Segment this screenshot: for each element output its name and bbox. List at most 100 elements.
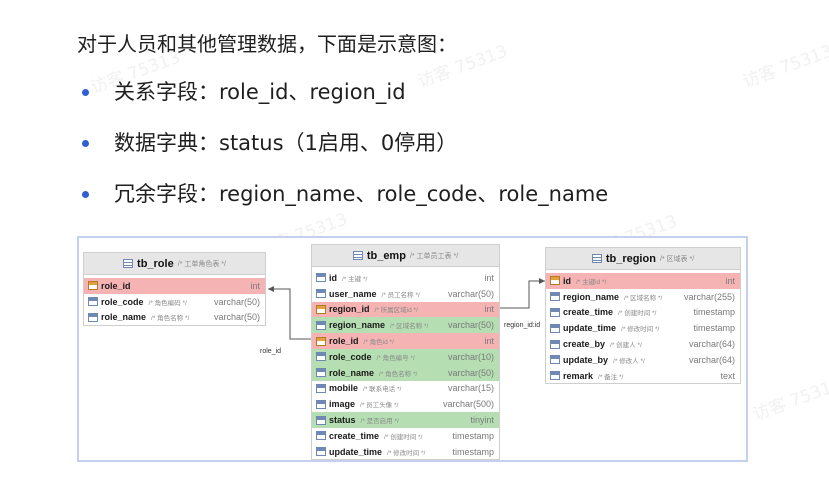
column-comment: /* 备注 */ xyxy=(598,373,624,381)
column-icon xyxy=(316,383,326,393)
bullet-dot-icon xyxy=(82,191,89,198)
column-name: role_name xyxy=(329,367,375,378)
table-header: tb_region /* 区域表 */ xyxy=(546,248,740,270)
column-type: varchar(10) xyxy=(447,351,494,362)
relation-label-region: region_id:id xyxy=(504,322,541,329)
column-icon xyxy=(316,273,326,283)
column-icon xyxy=(88,297,98,307)
column-type: int xyxy=(484,272,494,283)
column-row[interactable]: id /* 主键 */ int xyxy=(312,270,499,286)
column-comment: /* 角色名称 */ xyxy=(379,370,418,378)
column-type: varchar(64) xyxy=(688,354,735,365)
column-row[interactable]: create_by /* 创建人 */ varchar(64) xyxy=(546,336,740,352)
column-row[interactable]: create_time /* 创建时间 */ timestamp xyxy=(546,305,740,321)
column-row[interactable]: region_id /* 所属区域id */ int xyxy=(312,301,499,318)
table-tb-region[interactable]: tb_region /* 区域表 */ id /* 主键id */ int regio… xyxy=(545,247,741,384)
column-icon xyxy=(88,312,98,322)
column-row[interactable]: region_name /* 区域名称 */ varchar(50) xyxy=(312,317,499,334)
column-name: image xyxy=(329,399,356,410)
table-tb-emp[interactable]: tb_emp /* 工单员工表 */ id /* 主键 */ int user_nam… xyxy=(311,244,500,460)
column-row[interactable]: id /* 主键id */ int xyxy=(546,273,740,289)
column-comment: /* 区域名称 */ xyxy=(390,323,429,331)
bullet-list: 关系字段：role_id、region_id 数据字典：status（1启用、0… xyxy=(82,78,608,231)
column-name: create_by xyxy=(563,339,606,350)
column-comment: /* 区域名称 */ xyxy=(624,294,663,302)
column-row[interactable]: role_id int xyxy=(84,278,265,294)
column-row[interactable]: role_code /* 角色编号 */ varchar(10) xyxy=(312,348,499,365)
column-type: int xyxy=(250,280,260,291)
column-icon xyxy=(316,352,326,362)
bullet-item-data-dictionary: 数据字典：status（1启用、0停用） xyxy=(82,129,608,180)
column-type: varchar(64) xyxy=(688,339,735,350)
column-type: timestamp xyxy=(452,446,494,457)
watermark: 访客 75313 xyxy=(750,374,829,426)
column-comment: /* 员工名称 */ xyxy=(381,291,420,299)
column-type: varchar(500) xyxy=(442,399,494,410)
watermark: 访客 75313 xyxy=(740,41,829,93)
relation-line-region xyxy=(500,280,545,309)
table-header: tb_role /* 工单角色表 */ xyxy=(84,253,265,275)
column-icon xyxy=(316,431,326,441)
column-comment: /* 是否启用 */ xyxy=(360,418,399,426)
relation-line-role xyxy=(268,288,313,340)
column-comment: /* 创建时间 */ xyxy=(618,310,657,318)
column-row[interactable]: role_name /* 角色名称 */ varchar(50) xyxy=(84,310,265,326)
column-row[interactable]: create_time /* 创建时间 */ timestamp xyxy=(312,428,499,444)
column-icon xyxy=(550,355,560,365)
key-column-icon xyxy=(316,336,326,346)
column-name: remark xyxy=(563,370,594,381)
column-type: varchar(50) xyxy=(213,312,260,323)
column-row[interactable]: update_by /* 修改人 */ varchar(64) xyxy=(546,352,740,368)
column-icon xyxy=(550,323,560,333)
column-row[interactable]: image /* 员工头像 */ varchar(500) xyxy=(312,396,499,412)
column-comment: /* 角色名称 */ xyxy=(151,315,190,323)
column-name: role_code xyxy=(101,296,144,307)
column-row[interactable]: mobile /* 联系电话 */ varchar(15) xyxy=(312,381,499,397)
column-row[interactable]: update_time /* 修改时间 */ timestamp xyxy=(312,444,499,460)
column-type: tinyint xyxy=(470,415,494,426)
column-row[interactable]: update_time /* 修改时间 */ timestamp xyxy=(546,320,740,336)
bullet-dot-icon xyxy=(82,89,89,96)
column-comment: /* 员工头像 */ xyxy=(360,402,399,410)
column-icon xyxy=(550,339,560,349)
column-icon xyxy=(316,289,326,299)
column-name: region_id xyxy=(329,304,370,315)
column-name: status xyxy=(329,415,356,426)
column-name: id xyxy=(329,272,337,283)
column-type: timestamp xyxy=(693,307,735,318)
column-type: varchar(50) xyxy=(447,367,494,378)
column-comment: /* 创建人 */ xyxy=(610,342,642,350)
column-comment: /* 所属区域id */ xyxy=(374,307,418,315)
column-row[interactable]: role_name /* 角色名称 */ varchar(50) xyxy=(312,364,499,381)
column-type: timestamp xyxy=(452,430,494,441)
column-icon xyxy=(550,371,560,381)
intro-text: 对于人员和其他管理数据，下面是示意图： xyxy=(77,32,457,56)
table-tb-role[interactable]: tb_role /* 工单角色表 */ role_id int role_code /… xyxy=(83,252,266,326)
column-row[interactable]: role_code /* 角色编码 */ varchar(50) xyxy=(84,294,265,310)
column-row[interactable]: status /* 是否启用 */ tinyint xyxy=(312,412,499,428)
table-icon xyxy=(591,254,602,263)
column-comment: /* 角色编码 */ xyxy=(148,299,187,307)
column-type: timestamp xyxy=(693,323,735,334)
column-icon xyxy=(550,292,560,302)
column-row[interactable]: region_name /* 区域名称 */ varchar(255) xyxy=(546,289,740,305)
column-row[interactable]: remark /* 备注 */ text xyxy=(546,368,740,384)
er-diagram: role_id region_id:id tb_role /* 工单角色表 */… xyxy=(77,236,748,462)
column-row[interactable]: role_id /* 角色id */ int xyxy=(312,333,499,349)
column-icon xyxy=(316,320,326,330)
column-name: create_time xyxy=(563,307,614,318)
column-type: int xyxy=(484,304,494,315)
column-row[interactable]: user_name /* 员工名称 */ varchar(50) xyxy=(312,286,499,302)
column-name: update_time xyxy=(329,446,383,457)
bullet-dot-icon xyxy=(82,140,89,147)
column-type: varchar(50) xyxy=(213,296,260,307)
column-name: region_name xyxy=(329,320,386,331)
column-comment: /* 主键 */ xyxy=(342,275,368,283)
column-type: int xyxy=(725,275,735,286)
column-type: text xyxy=(720,370,735,381)
column-comment: /* 修改时间 */ xyxy=(387,449,426,457)
column-comment: /* 联系电话 */ xyxy=(363,386,402,394)
key-column-icon xyxy=(88,281,98,291)
bullet-item-redundant-fields: 冗余字段：region_name、role_code、role_name xyxy=(82,180,608,231)
key-column-icon xyxy=(550,276,560,286)
